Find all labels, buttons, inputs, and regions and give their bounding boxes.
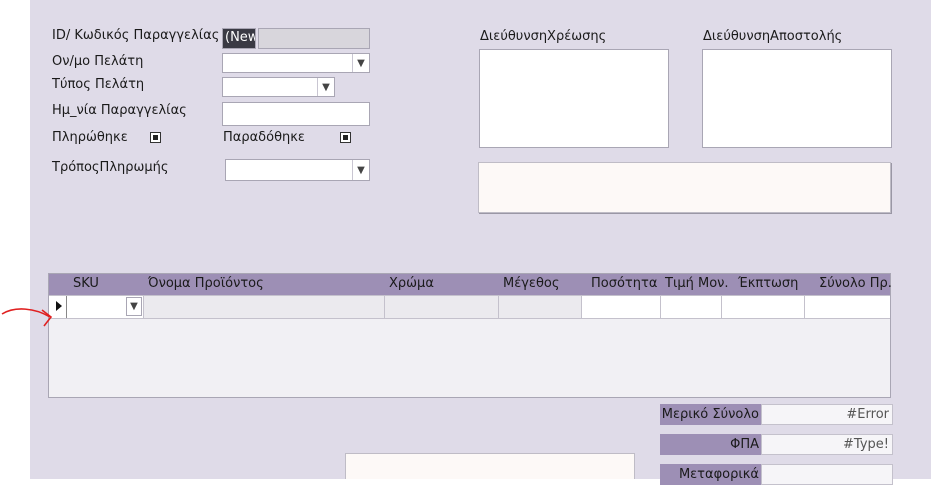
column-header-quantity: Ποσότητα	[591, 276, 658, 291]
column-header-product-name: Όνομα Προϊόντος	[148, 276, 264, 291]
chevron-down-icon[interactable]: ▼	[352, 160, 369, 180]
product-name-cell[interactable]	[144, 296, 385, 318]
subtotal-row: Μερικό Σύνολο #Error	[660, 404, 893, 425]
lower-notes-box[interactable]	[345, 453, 635, 479]
column-header-size: Μέγεθος	[503, 276, 560, 291]
shipping-cost-row: Μεταφορικά	[660, 464, 893, 485]
payment-method-label: ΤρόποςΠληρωμής	[52, 160, 169, 175]
column-header-sku: SKU	[73, 276, 99, 291]
paid-checkbox[interactable]	[150, 132, 161, 143]
subtotal-label: Μερικό Σύνολο	[660, 404, 761, 425]
shipping-address-label: ΔιεύθυνσηΑποστολής	[703, 29, 843, 44]
subform-header: SKU Όνομα Προϊόντος Χρώμα Μέγεθος Ποσότη…	[49, 274, 892, 295]
shipping-address-field[interactable]	[702, 49, 892, 148]
shipping-cost-value[interactable]	[761, 464, 893, 485]
chevron-down-icon[interactable]: ▼	[126, 297, 142, 316]
subtotal-value[interactable]: #Error	[761, 404, 893, 425]
line-total-cell[interactable]	[805, 296, 890, 318]
customer-name-label: Ον/μο Πελάτη	[52, 54, 144, 69]
discount-cell[interactable]	[722, 296, 805, 318]
chevron-down-icon[interactable]: ▼	[352, 54, 369, 72]
column-header-discount: Έκπτωση	[738, 276, 799, 291]
notes-box[interactable]	[478, 162, 891, 213]
column-header-color: Χρώμα	[389, 276, 434, 291]
order-id-field[interactable]: (New)	[222, 28, 256, 49]
delivered-checkbox[interactable]	[340, 132, 351, 143]
payment-method-combo[interactable]: ▼	[225, 159, 370, 181]
delivered-label: Παραδόθηκε	[223, 130, 305, 145]
order-lines-subform: SKU Όνομα Προϊόντος Χρώμα Μέγεθος Ποσότη…	[48, 273, 892, 398]
sku-cell[interactable]: ▼	[67, 296, 144, 318]
quantity-cell[interactable]	[582, 296, 661, 318]
order-id-extra-field	[258, 28, 370, 49]
order-id-label: ID/ Κωδικός Παραγγελίας	[52, 28, 220, 43]
column-header-line-total: Σύνολο Πρ.	[819, 276, 892, 291]
vat-value[interactable]: #Type!	[761, 434, 893, 455]
vat-label: ΦΠΑ	[660, 434, 761, 455]
size-cell[interactable]	[499, 296, 582, 318]
color-cell[interactable]	[385, 296, 499, 318]
order-date-field[interactable]	[222, 102, 370, 126]
order-date-label: Ημ_νία Παραγγελίας	[52, 103, 187, 118]
shipping-cost-label: Μεταφορικά	[660, 464, 761, 485]
column-header-unit-price: Τιμή Μον.	[665, 276, 729, 291]
chevron-down-icon[interactable]: ▼	[317, 78, 334, 96]
unit-price-cell[interactable]	[661, 296, 722, 318]
table-row: ▼	[49, 295, 890, 319]
red-arrow-annotation	[1, 308, 53, 327]
customer-type-combo[interactable]: ▼	[222, 77, 335, 97]
billing-address-label: ΔιεύθυνσηΧρέωσης	[480, 29, 607, 44]
paid-label: Πληρώθηκε	[52, 130, 128, 145]
vat-row: ΦΠΑ #Type!	[660, 434, 893, 455]
customer-name-combo[interactable]: ▼	[222, 53, 370, 73]
billing-address-field[interactable]	[479, 49, 669, 148]
customer-type-label: Τύπος Πελάτη	[52, 77, 145, 92]
